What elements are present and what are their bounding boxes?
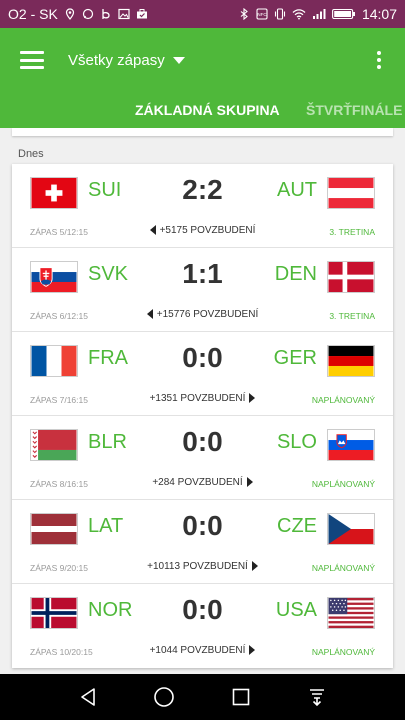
flag-ger-icon (327, 345, 375, 377)
system-nav-bar (0, 674, 405, 720)
match-card: SUI 2:2 AUT ZÁPAS 5/12:15 +5175 POVZBUDE… (12, 164, 393, 668)
signal-icon (312, 9, 326, 19)
nfc-icon: NFC (256, 8, 268, 20)
arrow-right-icon (249, 645, 256, 656)
flag-aut-icon (327, 177, 375, 209)
match-row[interactable]: SUI 2:2 AUT ZÁPAS 5/12:15 +5175 POVZBUDE… (12, 164, 393, 248)
back-icon[interactable] (74, 683, 102, 711)
app-bar: Všetky zápasy (0, 28, 405, 92)
cheer-count: +284 POVZBUDENÍ (152, 477, 243, 488)
match-row[interactable]: SVK 1:1 DEN ZÁPAS 6/12:15 +15776 POVZBUD… (12, 248, 393, 332)
arrow-right-icon (246, 477, 253, 488)
match-status: NAPLÁNOVANÝ (311, 647, 375, 657)
arrow-left-icon (146, 309, 153, 320)
recents-icon[interactable] (227, 683, 255, 711)
away-team: AUT (277, 179, 317, 201)
cheer-count: +15776 POVZBUDENÍ (156, 309, 259, 320)
notifications-down-icon[interactable] (303, 683, 331, 711)
svg-text:NFC: NFC (257, 12, 267, 17)
battery-icon (332, 8, 355, 20)
section-label-today: Dnes (18, 148, 44, 160)
clock: 14:07 (361, 6, 397, 22)
arrow-right-icon (251, 561, 258, 572)
match-status: NAPLÁNOVANÝ (311, 479, 375, 489)
caret-down-icon (172, 56, 185, 64)
previous-card-edge (12, 128, 393, 136)
arrow-left-icon (149, 225, 156, 236)
cheer-count: +5175 POVZBUDENÍ (159, 225, 256, 236)
match-filter-label: Všetky zápasy (68, 51, 165, 69)
match-filter-dropdown[interactable]: Všetky zápasy (68, 52, 185, 69)
flag-usa-icon (327, 597, 375, 629)
flag-slo-icon (327, 429, 375, 461)
wifi-icon (292, 9, 306, 20)
tab-zakladna-skupina[interactable]: ZÁKLADNÁ SKUPINA (135, 92, 280, 128)
away-team: DEN (274, 263, 317, 285)
match-list-scroll[interactable]: Dnes SUI 2:2 AUT ZÁPAS 5/12:15 +5175 POV… (0, 128, 405, 674)
carrier-label: O2 - SK (8, 6, 58, 22)
match-status: 3. TRETINA (329, 227, 375, 237)
match-row[interactable]: LAT 0:0 CZE ZÁPAS 9/20:15 +10113 POVZBUD… (12, 500, 393, 584)
bluetooth-icon (240, 8, 248, 20)
status-bar: O2 - SK NFC 14:07 (0, 0, 405, 28)
beat-icon (102, 9, 110, 19)
tab-bar: ZÁKLADNÁ SKUPINA ŠTVRŤFINÁLE (0, 92, 405, 128)
cheer-count: +1044 POVZBUDENÍ (149, 645, 246, 656)
away-team: GER (273, 347, 317, 369)
away-team: CZE (277, 515, 317, 537)
tab-stvrtfinale[interactable]: ŠTVRŤFINÁLE (306, 92, 402, 128)
match-status: NAPLÁNOVANÝ (311, 395, 375, 405)
briefcase-icon (136, 9, 147, 19)
match-status: NAPLÁNOVANÝ (311, 563, 375, 573)
match-row[interactable]: FRA 0:0 GER ZÁPAS 7/16:15 +1351 POVZBUDE… (12, 332, 393, 416)
flag-cze-icon (327, 513, 375, 545)
chat-icon (82, 8, 93, 20)
image-icon (118, 8, 130, 20)
flag-den-icon (327, 261, 375, 293)
match-status: 3. TRETINA (329, 311, 375, 321)
vibrate-icon (274, 8, 286, 20)
cheer-count: +10113 POVZBUDENÍ (147, 561, 248, 572)
hamburger-icon[interactable] (20, 51, 44, 69)
cheer-count: +1351 POVZBUDENÍ (149, 393, 246, 404)
overflow-menu-icon[interactable] (373, 47, 385, 73)
location-icon (65, 8, 74, 20)
away-team: SLO (276, 431, 317, 453)
away-team: USA (275, 599, 317, 621)
match-row[interactable]: NOR 0:0 USA ZÁPAS 10/20:15 +1044 POVZBUD… (12, 584, 393, 668)
home-icon[interactable] (150, 683, 178, 711)
match-row[interactable]: BLR 0:0 SLO ZÁPAS 8/16:15 +284 POVZBUDEN… (12, 416, 393, 500)
arrow-right-icon (249, 393, 256, 404)
